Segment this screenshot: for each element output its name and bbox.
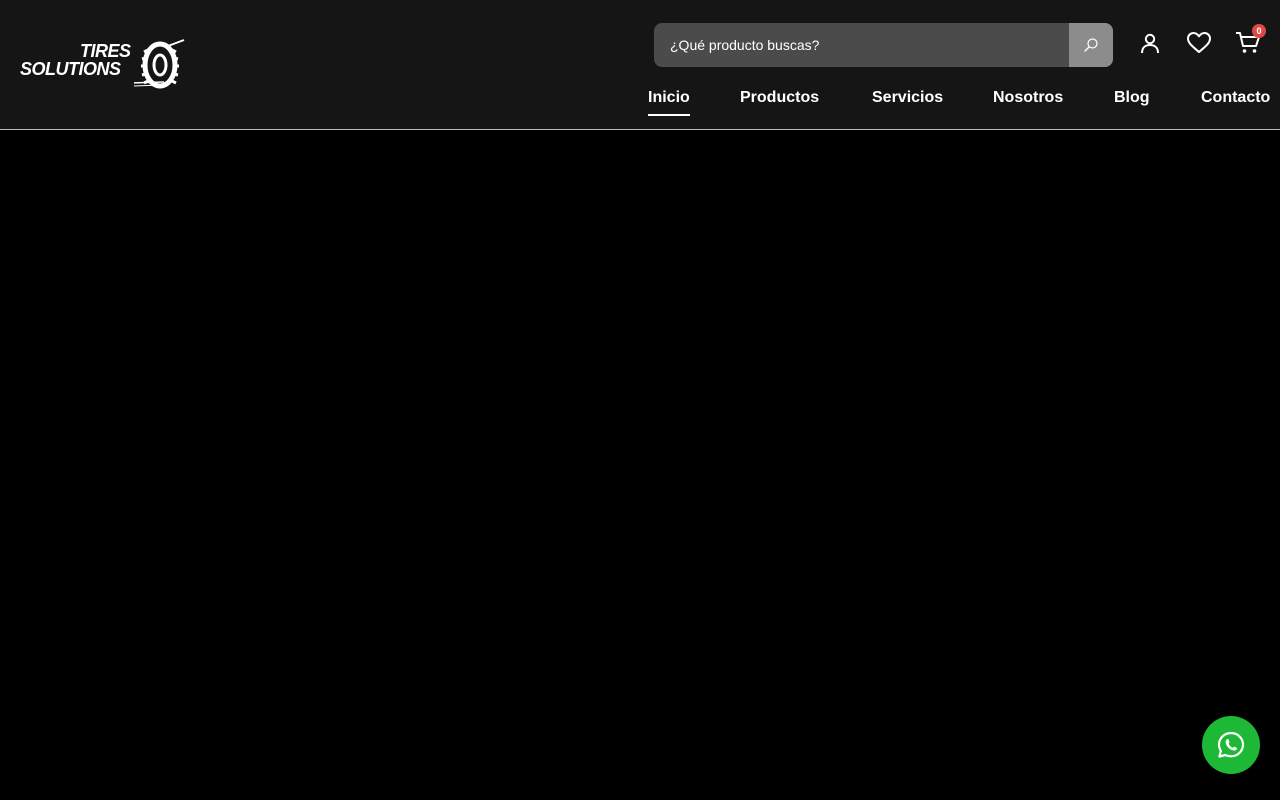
search-bar xyxy=(654,23,1113,67)
logo-text-tires: TIRES xyxy=(80,41,131,61)
whatsapp-icon xyxy=(1217,731,1245,758)
search-input[interactable] xyxy=(654,23,1069,67)
hero-banner xyxy=(0,130,1280,800)
tire-logo-icon xyxy=(134,39,185,89)
heart-icon xyxy=(1187,32,1211,53)
nav-item-label: Inicio xyxy=(648,89,690,106)
logo-text-solutions: SOLUTIONS xyxy=(20,59,121,79)
site-header: TIRES SOLUTIONS ¿Qué producto buscas? 0 … xyxy=(0,0,1280,130)
nav-item-nosotros[interactable]: Nosotros xyxy=(993,88,1063,108)
nav-item-label: Contacto xyxy=(1201,89,1271,106)
account-button[interactable] xyxy=(1136,29,1164,57)
nav-item-label: Blog xyxy=(1114,89,1150,106)
nav-item-label: Nosotros xyxy=(993,89,1064,106)
nav-item-label: Servicios xyxy=(872,89,944,106)
main-nav: Inicio Productos Servicios Nosotros Blog… xyxy=(0,88,1280,118)
nav-item-contacto[interactable]: Contacto xyxy=(1201,88,1270,108)
whatsapp-button[interactable] xyxy=(1202,716,1260,774)
brand-logo[interactable]: TIRES SOLUTIONS xyxy=(20,38,186,90)
nav-item-label: Productos xyxy=(740,89,820,106)
search-button[interactable] xyxy=(1069,23,1113,67)
nav-item-blog[interactable]: Blog xyxy=(1114,88,1150,108)
wishlist-button[interactable] xyxy=(1185,29,1213,57)
active-nav-indicator xyxy=(648,114,690,116)
search-icon xyxy=(1084,38,1098,52)
nav-item-productos[interactable]: Productos xyxy=(740,88,819,108)
user-icon xyxy=(1141,33,1159,54)
cart-count-badge: 0 xyxy=(1252,24,1266,38)
nav-item-inicio[interactable]: Inicio xyxy=(648,88,690,116)
nav-item-servicios[interactable]: Servicios xyxy=(872,88,943,108)
